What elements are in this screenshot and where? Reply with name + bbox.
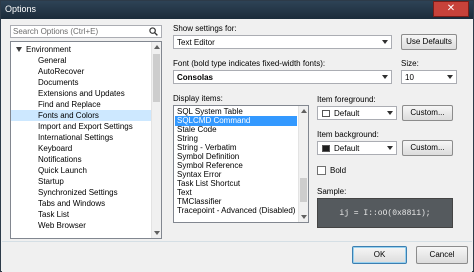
tree-item[interactable]: Quick Launch bbox=[11, 165, 151, 176]
size-label: Size: bbox=[401, 59, 419, 68]
show-settings-value: Text Editor bbox=[177, 38, 215, 47]
search-icon[interactable] bbox=[149, 27, 158, 36]
custom-background-button[interactable]: Custom... bbox=[402, 140, 453, 156]
tree-item-environment[interactable]: Environment bbox=[11, 44, 151, 55]
search-input[interactable] bbox=[11, 26, 145, 37]
tree-item[interactable]: Startup bbox=[11, 176, 151, 187]
tree-item[interactable]: Task List bbox=[11, 209, 151, 220]
item-foreground-combo[interactable]: Default bbox=[317, 106, 397, 120]
tree-scrollbar[interactable] bbox=[151, 42, 161, 238]
tree-item[interactable]: Keyboard bbox=[11, 143, 151, 154]
show-settings-label: Show settings for: bbox=[173, 24, 237, 33]
chevron-down-icon[interactable] bbox=[382, 75, 388, 79]
font-label: Font (bold type indicates fixed-width fo… bbox=[173, 59, 326, 68]
window-title: Options bbox=[5, 4, 37, 14]
use-defaults-button[interactable]: Use Defaults bbox=[401, 34, 457, 50]
bold-checkbox[interactable] bbox=[317, 166, 326, 175]
close-button[interactable]: ✕ bbox=[433, 1, 469, 17]
font-combo[interactable]: Consolas bbox=[173, 70, 392, 84]
scroll-up-icon[interactable] bbox=[154, 45, 160, 49]
tree-item[interactable]: Synchronized Settings bbox=[11, 187, 151, 198]
options-dialog: Options ✕ Environment General AutoRecove… bbox=[0, 0, 474, 272]
scroll-down-icon[interactable] bbox=[301, 215, 307, 219]
tree-item-label: Environment bbox=[26, 45, 71, 54]
scroll-down-icon[interactable] bbox=[154, 231, 160, 235]
font-value: Consolas bbox=[177, 73, 214, 82]
chevron-down-icon[interactable] bbox=[447, 75, 453, 79]
ok-button[interactable]: OK bbox=[352, 246, 407, 264]
foreground-swatch bbox=[322, 110, 330, 117]
tree-item[interactable]: Notifications bbox=[11, 154, 151, 165]
tree-item[interactable]: General bbox=[11, 55, 151, 66]
item-foreground-label: Item foreground: bbox=[317, 95, 376, 104]
expand-arrow-icon[interactable] bbox=[16, 47, 22, 52]
close-icon: ✕ bbox=[446, 3, 456, 14]
size-value: 10 bbox=[405, 73, 414, 82]
scroll-thumb[interactable] bbox=[300, 178, 307, 202]
items-scrollbar[interactable] bbox=[298, 106, 308, 222]
cancel-button[interactable]: Cancel bbox=[416, 246, 468, 264]
item-background-label: Item background: bbox=[317, 130, 379, 139]
dialog-footer: OK Cancel bbox=[2, 242, 472, 272]
item-background-combo[interactable]: Default bbox=[317, 141, 397, 155]
sample-label: Sample: bbox=[317, 187, 347, 196]
tree-item[interactable]: AutoRecover bbox=[11, 66, 151, 77]
tree-item[interactable]: Extensions and Updates bbox=[11, 88, 151, 99]
tree-item[interactable]: Documents bbox=[11, 77, 151, 88]
tree-item[interactable]: Tabs and Windows bbox=[11, 198, 151, 209]
bold-label: Bold bbox=[330, 166, 347, 175]
tree-item[interactable]: Import and Export Settings bbox=[11, 121, 151, 132]
show-settings-combo[interactable]: Text Editor bbox=[173, 35, 392, 49]
item-foreground-value: Default bbox=[334, 109, 360, 118]
scroll-up-icon[interactable] bbox=[301, 109, 307, 113]
custom-foreground-button[interactable]: Custom... bbox=[402, 105, 453, 121]
display-items-list: SQL System Table SQLCMD Command Stale Co… bbox=[173, 105, 309, 223]
tree-item[interactable]: Web Browser bbox=[11, 220, 151, 231]
background-swatch bbox=[322, 145, 330, 152]
display-items-label: Display items: bbox=[173, 94, 223, 103]
tree-item[interactable]: Find and Replace bbox=[11, 99, 151, 110]
item-background-value: Default bbox=[334, 144, 360, 153]
size-combo[interactable]: 10 bbox=[401, 70, 457, 84]
chevron-down-icon[interactable] bbox=[387, 146, 393, 150]
chevron-down-icon[interactable] bbox=[382, 40, 388, 44]
list-item[interactable]: Tracepoint - Advanced (Disabled) bbox=[175, 206, 297, 216]
chevron-down-icon[interactable] bbox=[387, 111, 393, 115]
sample-preview: ij = I::oO(0x8811); bbox=[317, 198, 453, 228]
sample-text: ij = I::oO(0x8811); bbox=[339, 209, 431, 218]
title-bar[interactable]: Options ✕ bbox=[1, 1, 473, 19]
search-box[interactable] bbox=[10, 25, 162, 38]
tree-item[interactable]: International Settings bbox=[11, 132, 151, 143]
scroll-thumb[interactable] bbox=[153, 54, 160, 102]
tree-item-fonts-and-colors[interactable]: Fonts and Colors bbox=[11, 110, 151, 121]
options-tree: Environment General AutoRecover Document… bbox=[10, 41, 162, 239]
